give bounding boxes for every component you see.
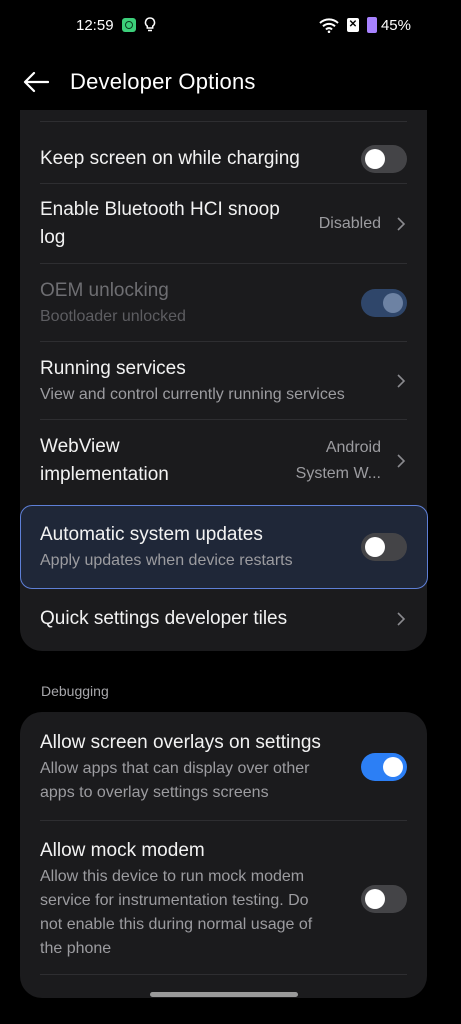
oem-unlocking-row: OEM unlocking Bootloader unlocked [20,264,427,341]
divider [40,183,407,184]
row-subtitle-line3: not enable this during normal usage of [40,916,313,933]
row-title: Keep screen on while charging [40,148,300,169]
row-subtitle: View and control currently running servi… [40,385,345,403]
row-subtitle: Bootloader unlocked [40,307,186,325]
row-title: OEM unlocking [40,279,169,301]
bluetooth-hci-snoop-row[interactable]: Enable Bluetooth HCI snoop log Disabled [20,185,427,263]
row-text: Keep screen on while charging [40,145,361,173]
row-text: Running services View and control curren… [40,355,381,407]
row-title-line2: log [40,227,66,248]
allow-mock-modem-toggle[interactable] [361,885,407,913]
value-line2: System W... [295,465,381,482]
webview-implementation-row[interactable]: WebView implementation Android System W.… [20,420,427,502]
wifi-icon [319,17,339,33]
chevron-right-icon [397,454,406,468]
status-bar: 12:59 ✕ 45% [0,0,461,50]
row-text: Allow screen overlays on settings Allow … [40,729,361,805]
divider [40,974,407,975]
row-title: Automatic system updates [40,524,263,545]
battery-percent: 45% [380,16,411,34]
row-title-line2: implementation [40,464,169,485]
running-services-row[interactable]: Running services View and control curren… [20,342,427,419]
row-text: Allow mock modem Allow this device to ru… [40,837,361,961]
allow-screen-overlays-toggle[interactable] [361,753,407,781]
page-title: Developer Options [70,69,256,94]
row-title: WebView [40,436,120,457]
row-subtitle: Allow this device to run mock modem [40,868,305,885]
row-text: Automatic system updates Apply updates w… [40,521,361,573]
row-subtitle-line2: apps to overlay settings screens [40,784,269,801]
chevron-right-icon [397,373,406,388]
status-time: 12:59 [76,16,114,34]
row-text: WebView implementation [40,433,296,489]
value-line1: Android [325,439,381,456]
allow-mock-modem-row[interactable]: Allow mock modem Allow this device to ru… [20,824,427,974]
divider [40,820,407,821]
status-left: 12:59 [76,17,156,34]
divider [40,121,407,122]
keep-screen-on-toggle[interactable] [361,145,407,173]
row-subtitle-line2: service for instrumentation testing. Do [40,892,309,909]
battery-charging-icon [366,17,377,33]
row-subtitle: Allow apps that can display over other [40,760,310,777]
row-value: Android System W... [296,435,381,487]
quick-settings-tiles-row[interactable]: Quick settings developer tiles [20,588,427,650]
row-text: Quick settings developer tiles [40,605,381,633]
status-right: ✕ 45% [319,17,411,34]
automatic-system-updates-toggle[interactable] [361,533,407,561]
row-subtitle-line4: the phone [40,940,112,957]
section-header-debugging: Debugging [41,683,109,699]
allow-screen-overlays-row[interactable]: Allow screen overlays on settings Allow … [20,712,427,822]
debugging-card: Allow screen overlays on settings Allow … [20,712,427,998]
home-indicator[interactable] [150,992,298,997]
automatic-system-updates-row[interactable]: Automatic system updates Apply updates w… [20,505,427,589]
chevron-right-icon [397,217,406,231]
oem-unlocking-toggle [361,288,407,317]
row-title: Enable Bluetooth HCI snoop [40,199,280,220]
app-bar: Developer Options [0,50,461,114]
row-title: Quick settings developer tiles [40,608,288,629]
arrow-left-icon[interactable] [22,68,50,96]
row-text: Enable Bluetooth HCI snoop log [40,196,319,252]
row-value: Disabled [318,215,381,232]
row-subtitle: Apply updates when device restarts [40,552,293,569]
app-badge-icon [121,18,136,32]
row-title: Allow screen overlays on settings [40,732,321,753]
sim-blocked-icon: ✕ [346,18,359,32]
row-title: Running services [40,357,186,379]
lightbulb-icon [144,17,155,32]
chevron-right-icon [397,612,406,626]
row-text: OEM unlocking Bootloader unlocked [40,277,361,329]
row-title: Allow mock modem [40,840,205,861]
